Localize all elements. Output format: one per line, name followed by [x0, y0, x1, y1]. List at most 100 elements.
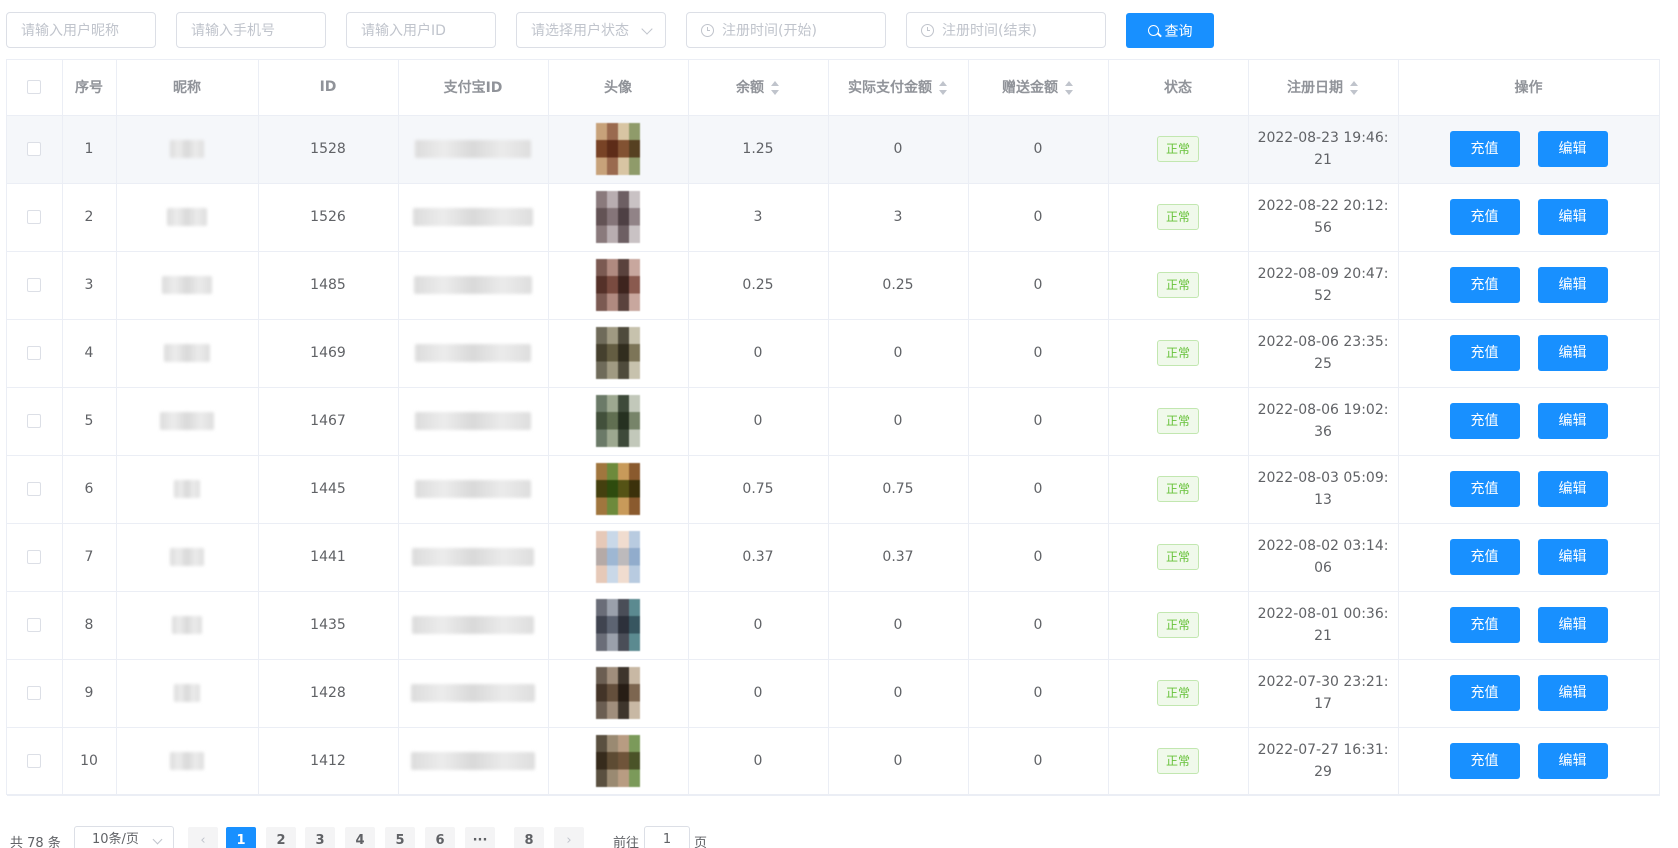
- edit-button[interactable]: 编辑: [1537, 267, 1608, 303]
- avatar: [596, 123, 640, 175]
- recharge-button[interactable]: 充值: [1449, 131, 1520, 167]
- table-row: 2 1526 3 3 0 正常 2022-08-22 20:12:56 充值 编辑: [7, 183, 1660, 252]
- row-index: 8: [62, 591, 117, 660]
- row-checkbox[interactable]: [27, 414, 42, 428]
- row-checkbox[interactable]: [27, 142, 42, 156]
- header-balance-label: 余额: [736, 80, 764, 97]
- row-nickname: [116, 659, 259, 728]
- edit-button[interactable]: 编辑: [1537, 335, 1608, 371]
- recharge-button[interactable]: 充值: [1449, 471, 1520, 507]
- row-reg-date: 2022-08-06 23:35:25: [1257, 334, 1389, 372]
- row-alipay-id: [398, 251, 549, 320]
- edit-button[interactable]: 编辑: [1537, 403, 1608, 439]
- recharge-button[interactable]: 充值: [1449, 335, 1520, 371]
- status-badge: 正常: [1156, 612, 1199, 638]
- row-gift-amount: 0: [968, 455, 1109, 524]
- row-checkbox[interactable]: [27, 210, 42, 224]
- page-5-button[interactable]: 5: [385, 827, 415, 848]
- recharge-button[interactable]: 充值: [1449, 403, 1520, 439]
- recharge-button[interactable]: 充值: [1449, 199, 1520, 235]
- page-4-button[interactable]: 4: [345, 827, 375, 848]
- avatar: [596, 395, 640, 447]
- sort-icon[interactable]: [1064, 81, 1074, 96]
- row-status-cell: 正常: [1108, 659, 1249, 728]
- row-checkbox[interactable]: [27, 346, 42, 360]
- select-all-cell: [7, 60, 63, 116]
- row-index: 2: [62, 183, 117, 252]
- more-pages-button[interactable]: ···: [465, 827, 495, 848]
- edit-button[interactable]: 编辑: [1537, 743, 1608, 779]
- row-avatar-cell: [548, 115, 689, 184]
- sort-icon[interactable]: [1349, 81, 1359, 96]
- edit-button[interactable]: 编辑: [1537, 607, 1608, 643]
- start-date-picker[interactable]: 注册时间(开始): [686, 12, 886, 48]
- row-checkbox[interactable]: [27, 618, 42, 632]
- page-8-button[interactable]: 8: [514, 827, 544, 848]
- redacted-nickname: [160, 412, 214, 430]
- sort-icon[interactable]: [938, 81, 948, 96]
- edit-button[interactable]: 编辑: [1537, 471, 1608, 507]
- sort-icon[interactable]: [770, 81, 780, 96]
- recharge-button[interactable]: 充值: [1449, 267, 1520, 303]
- row-checkbox[interactable]: [27, 278, 42, 292]
- row-reg-date-cell: 2022-08-06 23:35:25: [1248, 319, 1399, 388]
- page-1-button[interactable]: 1: [226, 827, 256, 848]
- row-paid-amount: 0.37: [828, 523, 969, 592]
- row-balance: 3: [688, 183, 829, 252]
- search-icon: [1147, 25, 1159, 36]
- edit-button[interactable]: 编辑: [1537, 199, 1608, 235]
- page-3-button[interactable]: 3: [305, 827, 335, 848]
- table-row: 4 1469 0 0 0 正常 2022-08-06 23:35:25 充值 编辑: [7, 319, 1660, 388]
- row-alipay-id: [398, 319, 549, 388]
- row-avatar-cell: [548, 727, 689, 796]
- start-date-placeholder: 注册时间(开始): [722, 23, 817, 39]
- row-reg-date: 2022-08-01 00:36:21: [1257, 606, 1389, 644]
- recharge-button[interactable]: 充值: [1449, 607, 1520, 643]
- nickname-placeholder: 请输入用户昵称: [21, 23, 119, 39]
- recharge-button[interactable]: 充值: [1449, 675, 1520, 711]
- phone-input[interactable]: 请输入手机号: [176, 12, 326, 48]
- row-checkbox[interactable]: [27, 754, 42, 768]
- row-nickname: [116, 591, 259, 660]
- edit-button[interactable]: 编辑: [1537, 131, 1608, 167]
- edit-button[interactable]: 编辑: [1537, 539, 1608, 575]
- row-reg-date: 2022-07-27 16:31:29: [1257, 742, 1389, 780]
- row-paid-amount: 0: [828, 659, 969, 728]
- redacted-alipay-id: [414, 276, 532, 294]
- next-page-button[interactable]: ›: [554, 827, 584, 848]
- nickname-input[interactable]: 请输入用户昵称: [6, 12, 156, 48]
- row-checkbox[interactable]: [27, 686, 42, 700]
- avatar: [596, 191, 640, 243]
- redacted-nickname: [167, 208, 207, 226]
- recharge-button[interactable]: 充值: [1449, 743, 1520, 779]
- header-index: 序号: [62, 60, 117, 116]
- end-date-picker[interactable]: 注册时间(结束): [906, 12, 1106, 48]
- row-checkbox[interactable]: [27, 482, 42, 496]
- avatar: [596, 531, 640, 583]
- page-6-button[interactable]: 6: [425, 827, 455, 848]
- row-checkbox[interactable]: [27, 550, 42, 564]
- page-size-select[interactable]: 10条/页: [74, 826, 174, 848]
- status-badge: 正常: [1156, 408, 1199, 434]
- user-id-input[interactable]: 请输入用户ID: [346, 12, 496, 48]
- recharge-button[interactable]: 充值: [1449, 539, 1520, 575]
- header-gift-amount[interactable]: 赠送金额: [968, 60, 1109, 116]
- header-gift-label: 赠送金额: [1002, 80, 1058, 97]
- select-all-checkbox[interactable]: [27, 80, 42, 95]
- edit-button[interactable]: 编辑: [1537, 675, 1608, 711]
- page-2-button[interactable]: 2: [266, 827, 296, 848]
- header-balance[interactable]: 余额: [688, 60, 829, 116]
- row-nickname: [116, 183, 259, 252]
- row-id: 1526: [258, 183, 399, 252]
- prev-page-button[interactable]: ‹: [188, 827, 218, 848]
- header-paid-amount[interactable]: 实际支付金额: [828, 60, 969, 116]
- row-index: 3: [62, 251, 117, 320]
- row-paid-amount: 3: [828, 183, 969, 252]
- status-select[interactable]: 请选择用户状态: [516, 12, 666, 48]
- row-gift-amount: 0: [968, 591, 1109, 660]
- goto-page-input[interactable]: 1: [644, 826, 690, 848]
- row-checkbox-cell: [7, 591, 63, 660]
- header-reg-date[interactable]: 注册日期: [1248, 60, 1399, 116]
- query-button[interactable]: 查询: [1126, 13, 1214, 48]
- row-reg-date-cell: 2022-08-02 03:14:06: [1248, 523, 1399, 592]
